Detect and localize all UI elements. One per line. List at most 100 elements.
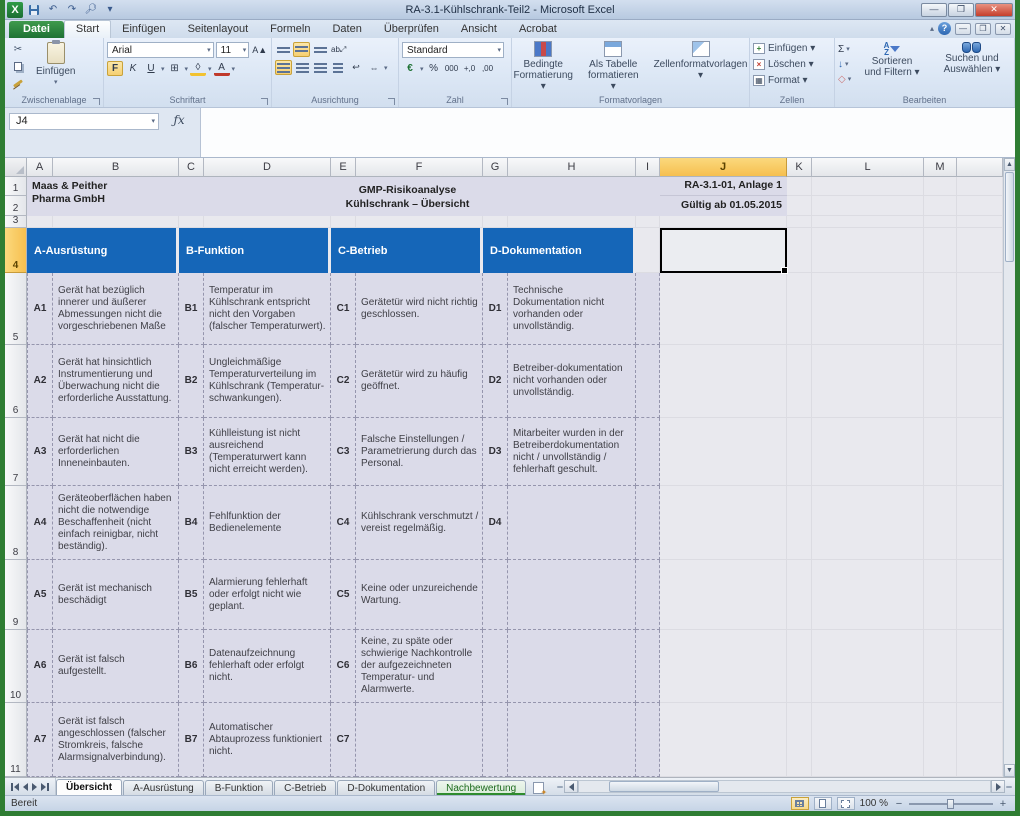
column-header-H[interactable]: H	[508, 158, 636, 177]
prev-sheet-button[interactable]	[23, 783, 28, 791]
risk-id-cell[interactable]: C5	[331, 560, 356, 630]
conditional-formatting-button[interactable]: Bedingte Formatierung ▾	[508, 40, 579, 93]
risk-text-cell[interactable]: Gerät hat hinsichtlich Instrumentierung …	[53, 345, 179, 418]
risk-filler-cell[interactable]	[636, 630, 660, 703]
normal-view-button[interactable]	[791, 797, 809, 810]
risk-id-cell[interactable]	[483, 560, 508, 630]
grid-cell[interactable]	[787, 177, 812, 196]
risk-id-cell[interactable]: C4	[331, 486, 356, 560]
risk-text-cell[interactable]: Keine oder unzureichende Wartung.	[356, 560, 483, 630]
risk-text-cell[interactable]: Gerät ist mechanisch beschädigt	[53, 560, 179, 630]
risk-text-cell[interactable]: Gerät hat bezüglich innerer und äußerer …	[53, 273, 179, 345]
row-header-11[interactable]: 11	[5, 703, 27, 777]
tab-formeln[interactable]: Formeln	[259, 21, 321, 38]
risk-id-cell[interactable]: D4	[483, 486, 508, 560]
name-box[interactable]: J4▾	[9, 113, 159, 130]
risk-text-cell[interactable]	[508, 486, 636, 560]
formula-input[interactable]	[201, 108, 1015, 157]
sheet-tab-b-funktion[interactable]: B-Funktion	[205, 780, 273, 795]
insert-cells-button[interactable]: +Einfügen ▾	[753, 40, 815, 56]
sheet-tab--bersicht[interactable]: Übersicht	[56, 779, 122, 795]
dialog-launcher-icon[interactable]	[501, 98, 508, 105]
dialog-launcher-icon[interactable]	[93, 98, 100, 105]
risk-id-cell[interactable]: B1	[179, 273, 204, 345]
risk-id-cell[interactable]: A3	[27, 418, 53, 486]
merge-dropdown-icon[interactable]: ▾	[384, 64, 388, 72]
risk-text-cell[interactable]: Kühlschrank verschmutzt / vereist regelm…	[356, 486, 483, 560]
grid-cell[interactable]	[812, 418, 924, 486]
italic-button[interactable]: K	[125, 61, 141, 76]
risk-id-cell[interactable]: A7	[27, 703, 53, 777]
risk-id-cell[interactable]: A2	[27, 345, 53, 418]
grid-cell[interactable]	[957, 703, 1003, 777]
copy-icon[interactable]	[8, 59, 28, 74]
redo-button[interactable]: ↷	[64, 3, 80, 17]
risk-text-cell[interactable]: Mitarbeiter wurden in der Betreiberdokum…	[508, 418, 636, 486]
risk-id-cell[interactable]	[483, 630, 508, 703]
risk-text-cell[interactable]	[508, 703, 636, 777]
wrap-text-icon[interactable]: ↩	[348, 60, 364, 75]
save-button[interactable]	[26, 3, 42, 17]
doc-restore-button[interactable]: ❐	[975, 23, 991, 35]
zoom-out-icon[interactable]: −	[893, 798, 905, 810]
risk-text-cell[interactable]: Gerät ist falsch aufgestellt.	[53, 630, 179, 703]
dialog-launcher-icon[interactable]	[261, 98, 268, 105]
horizontal-scrollbar[interactable]	[556, 780, 1013, 793]
risk-text-cell[interactable]: Technische Dokumentation nicht vorhanden…	[508, 273, 636, 345]
fill-button[interactable]: ↓▾	[838, 57, 851, 71]
autosum-button[interactable]: Σ▾	[838, 42, 851, 56]
zoom-slider-thumb[interactable]	[947, 799, 954, 809]
doc-close-button[interactable]: ✕	[995, 23, 1011, 35]
grid-cell[interactable]	[957, 486, 1003, 560]
grid-cell[interactable]	[356, 216, 483, 228]
risk-id-cell[interactable]: D3	[483, 418, 508, 486]
tab-daten[interactable]: Daten	[321, 21, 372, 38]
row-header-3[interactable]: 3	[5, 216, 27, 228]
column-header-G[interactable]: G	[483, 158, 508, 177]
risk-id-cell[interactable]: C3	[331, 418, 356, 486]
header-b-funktion[interactable]: B-Funktion	[179, 228, 331, 273]
risk-text-cell[interactable]	[508, 630, 636, 703]
find-select-button[interactable]: Suchen und Auswählen ▾	[933, 40, 1011, 77]
accounting-format-icon[interactable]: €	[402, 61, 418, 76]
help-icon[interactable]: ?	[938, 22, 951, 35]
borders-icon[interactable]: ⊞	[167, 61, 183, 76]
grid-cell[interactable]	[924, 345, 957, 418]
merge-center-icon[interactable]: ⇔	[366, 60, 382, 75]
risk-text-cell[interactable]: Automatischer Abtauprozess funktioniert …	[204, 703, 331, 777]
excel-app-icon[interactable]: X	[7, 2, 23, 18]
grid-cell[interactable]	[660, 216, 787, 228]
risk-id-cell[interactable]: C2	[331, 345, 356, 418]
sheet-title-cell[interactable]: GMP-Risikoanalyse Kühlschrank – Übersich…	[179, 177, 636, 216]
grid-cell[interactable]	[787, 560, 812, 630]
grid-cell[interactable]	[204, 216, 331, 228]
risk-text-cell[interactable]: Temperatur im Kühlschrank entspricht nic…	[204, 273, 331, 345]
grid-cell[interactable]	[636, 216, 660, 228]
format-as-table-button[interactable]: Als Tabelle formatieren ▾	[582, 40, 645, 93]
increase-decimal-icon[interactable]: +,0	[462, 61, 478, 76]
grid-cell[interactable]	[660, 560, 787, 630]
risk-filler-cell[interactable]	[636, 273, 660, 345]
column-header-D[interactable]: D	[204, 158, 331, 177]
grid-cell[interactable]	[924, 418, 957, 486]
grid-cell[interactable]	[812, 560, 924, 630]
sheet-tab-d-dokumentation[interactable]: D-Dokumentation	[337, 780, 435, 795]
doc-ref-cell[interactable]: RA-3.1-01, Anlage 1	[660, 177, 787, 196]
font-family-combo[interactable]: Arial▾	[107, 42, 214, 58]
risk-id-cell[interactable]: B7	[179, 703, 204, 777]
align-bottom-icon[interactable]	[312, 42, 328, 57]
grid-cell[interactable]	[924, 273, 957, 345]
grid-cell[interactable]	[660, 273, 787, 345]
scroll-down-icon[interactable]: ▼	[1004, 764, 1015, 777]
grid-cell[interactable]	[660, 418, 787, 486]
maximize-button[interactable]: ❐	[948, 3, 974, 17]
risk-id-cell[interactable]: D1	[483, 273, 508, 345]
grid-cell[interactable]	[812, 273, 924, 345]
indent-icon[interactable]	[330, 60, 346, 75]
grid-cell[interactable]	[812, 196, 924, 216]
paste-button[interactable]: Einfügen ▾	[31, 40, 80, 90]
grid-cell[interactable]	[957, 630, 1003, 703]
name-box-dropdown-icon[interactable]: ▾	[151, 117, 158, 125]
align-top-icon[interactable]	[275, 42, 291, 57]
risk-id-cell[interactable]: B4	[179, 486, 204, 560]
